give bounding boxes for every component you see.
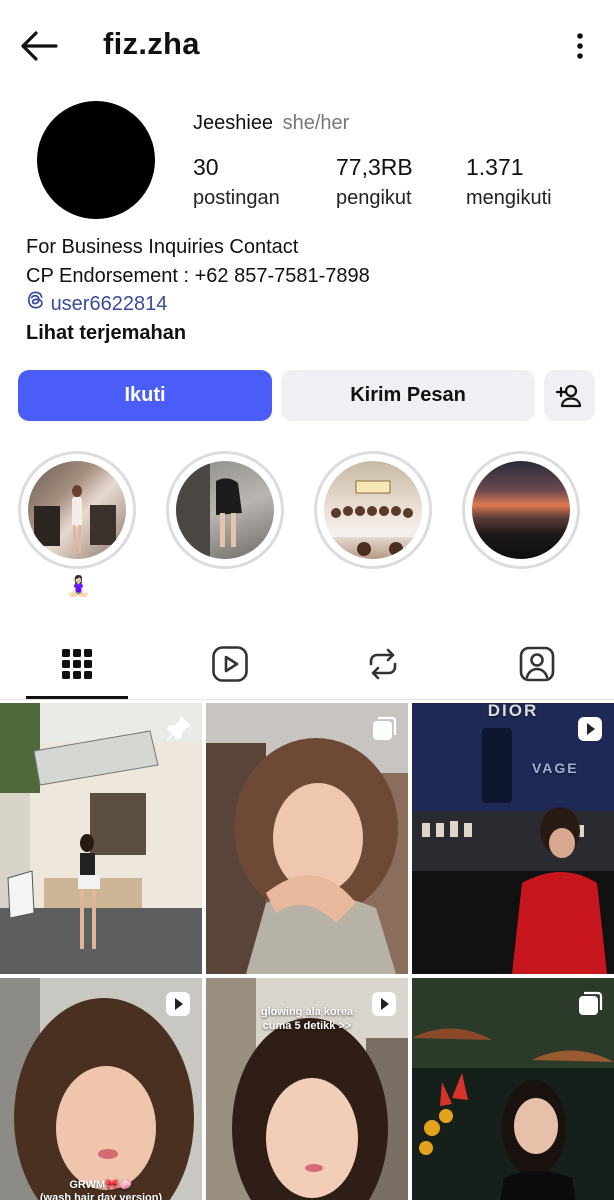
- grid-icon: [62, 649, 92, 679]
- post-thumbnail[interactable]: [0, 703, 202, 974]
- stat-followers-label: pengikut: [336, 187, 412, 209]
- tab-reels[interactable]: [179, 630, 281, 698]
- follow-button[interactable]: Ikuti: [18, 370, 272, 421]
- post-thumbnail[interactable]: GRWM🎀🧼 (wash hair day version): [0, 978, 202, 1200]
- highlight-cover: [472, 461, 570, 559]
- message-button[interactable]: Kirim Pesan: [281, 370, 535, 421]
- reels-icon: [212, 646, 248, 682]
- tab-reposts[interactable]: [332, 630, 434, 698]
- display-name: Jeeshiee: [193, 112, 274, 134]
- post-thumbnail[interactable]: glowing ala korea cuma 5 detikk >>: [206, 978, 408, 1200]
- tab-posts-grid[interactable]: [26, 630, 128, 698]
- highlight-cover: [28, 461, 126, 559]
- back-arrow-icon[interactable]: [18, 28, 60, 64]
- tab-divider: [0, 699, 614, 700]
- profile-bio: For Business Inquiries Contact CP Endors…: [26, 233, 370, 347]
- bio-line-1: For Business Inquiries Contact: [26, 236, 299, 258]
- highlight-cover: [176, 461, 274, 559]
- name-row: Jeeshiee she/her: [193, 112, 349, 135]
- story-highlight[interactable]: [462, 451, 580, 569]
- profile-tabs: [0, 630, 614, 700]
- post-thumbnail[interactable]: [412, 978, 614, 1200]
- reel-play-icon: [578, 717, 602, 741]
- post-thumbnail[interactable]: DIOR VAGE: [412, 703, 614, 974]
- profile-username: fiz.zha: [103, 26, 200, 61]
- stat-followers[interactable]: 77,3RB pengikut: [336, 153, 413, 210]
- stat-posts-label: postingan: [193, 187, 280, 209]
- profile-avatar[interactable]: [37, 101, 155, 219]
- stat-following-label: mengikuti: [466, 187, 552, 209]
- stat-following-value: 1.371: [466, 154, 524, 180]
- threads-link[interactable]: user6622814: [26, 290, 370, 319]
- highlight-cover: [324, 461, 422, 559]
- poster-product-text: VAGE: [532, 760, 579, 776]
- threads-handle: user6622814: [50, 293, 168, 315]
- tab-tagged[interactable]: [486, 630, 588, 698]
- stat-posts[interactable]: 30 postingan: [193, 153, 280, 210]
- bio-line-2: CP Endorsement : +62 857-7581-7898: [26, 264, 370, 287]
- video-caption-line-1: GRWM🎀🧼: [69, 1179, 133, 1191]
- more-options-icon[interactable]: [572, 30, 588, 62]
- video-caption-line-2: (wash hair day version): [39, 1192, 163, 1200]
- pinned-icon: [166, 716, 191, 741]
- repost-icon: [369, 648, 397, 680]
- reel-play-icon: [166, 992, 190, 1016]
- stat-following[interactable]: 1.371 mengikuti: [466, 153, 552, 210]
- reel-play-icon: [372, 992, 396, 1016]
- video-caption-line-2: cuma 5 detikk >>: [262, 1020, 352, 1032]
- stat-followers-value: 77,3RB: [336, 154, 413, 180]
- pronouns: she/her: [282, 112, 350, 134]
- story-highlight[interactable]: [166, 451, 284, 569]
- post-thumbnail[interactable]: [206, 703, 408, 974]
- story-highlight[interactable]: [314, 451, 432, 569]
- carousel-icon: [579, 991, 603, 1015]
- story-highlight[interactable]: [18, 451, 136, 569]
- carousel-icon: [373, 716, 397, 740]
- threads-icon: [27, 291, 43, 309]
- suggested-accounts-button[interactable]: [544, 370, 595, 421]
- tagged-icon: [519, 646, 555, 682]
- add-person-icon: [555, 384, 581, 407]
- stat-posts-value: 30: [193, 154, 219, 180]
- see-translation-link[interactable]: Lihat terjemahan: [26, 319, 370, 348]
- highlight-label: 🧘🏻‍♀️: [66, 576, 91, 598]
- top-bar: fiz.zha: [0, 0, 614, 92]
